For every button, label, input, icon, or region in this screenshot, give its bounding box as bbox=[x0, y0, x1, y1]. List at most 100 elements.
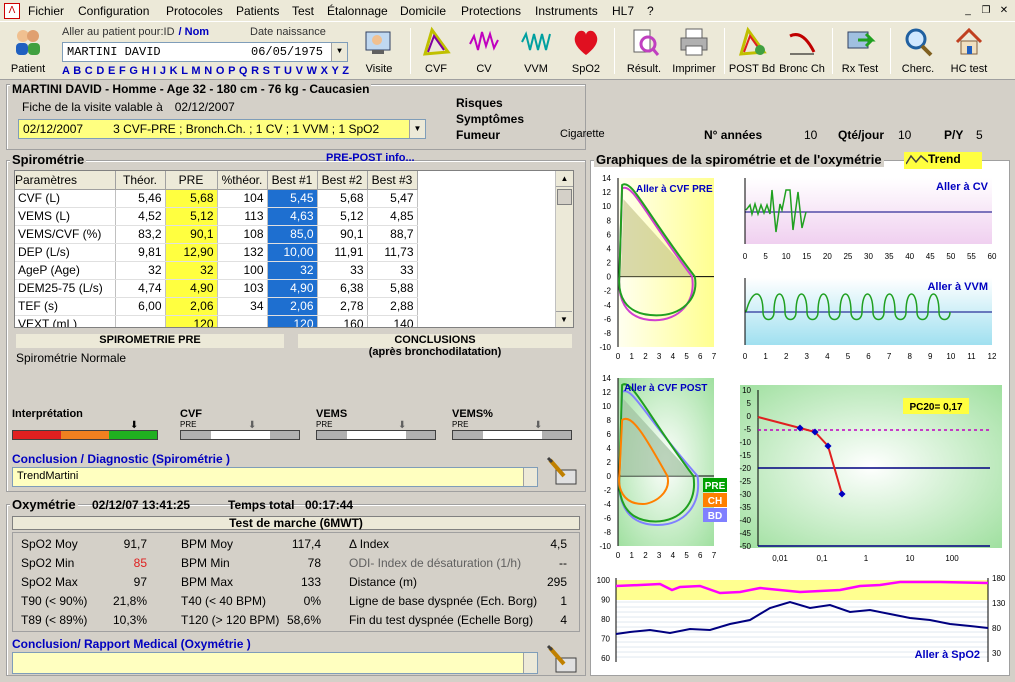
scroll-up-icon[interactable]: ▲ bbox=[556, 171, 573, 187]
minimize-icon[interactable]: _ bbox=[960, 4, 976, 18]
edit-notes-icon[interactable] bbox=[546, 456, 580, 488]
post-bd-button[interactable]: POST Bd bbox=[728, 26, 776, 75]
table-row[interactable]: AgeP (Age) 32 32 100 32 33 33 bbox=[15, 261, 418, 280]
table-cell: 103 bbox=[217, 279, 268, 298]
table-row[interactable]: CVF (L) 5,46 5,68 104 5,45 5,68 5,47 bbox=[15, 189, 418, 208]
column-header[interactable]: Paramètres bbox=[15, 171, 116, 190]
patient-button[interactable]: Patient bbox=[6, 26, 50, 75]
y-tick-label: 6 bbox=[607, 230, 612, 239]
table-row[interactable]: VEMS (L) 4,52 5,12 113 4,63 5,12 4,85 bbox=[15, 207, 418, 226]
alphabet-index[interactable]: A B C D E F G H I J K L M N O P Q R S T … bbox=[62, 65, 349, 77]
menu-fichier[interactable]: Fichier bbox=[28, 4, 64, 18]
y-tick-label: -2 bbox=[604, 486, 612, 495]
graphs-svg: 14121086420-2-4-6-8-100 1 2 3 4 5 6 7Aller à CV… bbox=[597, 174, 1006, 663]
close-icon[interactable]: ✕ bbox=[996, 4, 1012, 18]
spo2-button[interactable]: SpO2 bbox=[568, 26, 604, 75]
chart-link: Aller à CVF PRE bbox=[636, 184, 713, 195]
oxy-value: 4 bbox=[560, 613, 567, 627]
y-tick-label: -15 bbox=[739, 451, 751, 460]
trend-button[interactable]: Trend bbox=[904, 152, 982, 169]
x-tick-label: 7 bbox=[712, 352, 717, 361]
scroll-down-icon[interactable]: ▼ bbox=[556, 311, 572, 327]
vems-gauge bbox=[316, 430, 436, 440]
table-row[interactable]: VEMS/CVF (%) 83,2 90,1 108 85,0 90,1 88,7 bbox=[15, 225, 418, 244]
arrow-down-icon: ⬇ bbox=[248, 420, 257, 431]
rx-test-button[interactable]: Rx Test bbox=[838, 26, 882, 75]
hc-test-button[interactable]: HC test bbox=[946, 26, 992, 75]
visit-select[interactable]: 02/12/2007 3 CVF-PRE ; Bronch.Ch. ; 1 CV… bbox=[18, 119, 426, 139]
legend-label: PRE bbox=[705, 481, 726, 492]
conclusion-diag-field[interactable]: TrendMartini bbox=[12, 467, 538, 487]
menu-etalonnage[interactable]: Étalonnage bbox=[327, 4, 388, 18]
chevron-down-icon[interactable]: ▼ bbox=[331, 43, 347, 61]
visite-button[interactable]: Visite bbox=[360, 26, 398, 75]
x-tick-label: 0,1 bbox=[816, 554, 828, 563]
column-header[interactable]: Best #2 bbox=[317, 171, 368, 190]
menu-instruments[interactable]: Instruments bbox=[535, 4, 598, 18]
edit-notes-icon[interactable] bbox=[546, 644, 580, 676]
column-header[interactable]: PRE bbox=[165, 171, 218, 190]
oxy-label: SpO2 Min bbox=[21, 556, 75, 570]
table-cell: 33 bbox=[367, 261, 418, 280]
chevron-down-icon[interactable]: ▼ bbox=[409, 120, 425, 138]
menu-test[interactable]: Test bbox=[292, 4, 314, 18]
x-tick-label: 10 bbox=[906, 554, 915, 563]
column-header[interactable]: Théor. bbox=[115, 171, 166, 190]
x-tick-label: 0 bbox=[743, 352, 748, 361]
y-tick-label: -8 bbox=[604, 329, 612, 338]
vvm-button[interactable]: VVM bbox=[518, 26, 554, 75]
restore-icon[interactable]: ❐ bbox=[978, 4, 994, 18]
table-cell: 34 bbox=[217, 297, 268, 316]
oxy-value: 133 bbox=[300, 575, 321, 589]
spiro-pre-text: Spirométrie Normale bbox=[16, 351, 127, 365]
menu-configuration[interactable]: Configuration bbox=[78, 4, 149, 18]
prepost-info-link[interactable]: PRE-POST info... bbox=[326, 152, 415, 164]
cvf-button[interactable]: CVF bbox=[418, 26, 454, 75]
birth-value: 06/05/1975 bbox=[251, 45, 324, 59]
table-cell: 5,88 bbox=[367, 279, 418, 298]
chercher-button[interactable]: Cherc. bbox=[896, 26, 940, 75]
py-value: 5 bbox=[976, 128, 983, 142]
column-header[interactable]: %théor. bbox=[217, 171, 268, 190]
scroll-thumb[interactable] bbox=[557, 189, 572, 205]
table-cell: 160 bbox=[317, 315, 368, 327]
x-tick-label: 0,01 bbox=[772, 554, 788, 563]
birth-label: Date naissance bbox=[250, 26, 326, 38]
bronc-ch-button[interactable]: Bronc Ch bbox=[778, 26, 826, 75]
menu-domicile[interactable]: Domicile bbox=[400, 4, 446, 18]
x-tick-label: 6 bbox=[866, 352, 871, 361]
menu-patients[interactable]: Patients bbox=[236, 4, 279, 18]
cv-link: Aller à CV bbox=[936, 181, 989, 193]
menu-protocoles[interactable]: Protocoles bbox=[166, 4, 223, 18]
table-row[interactable]: DEP (L/s) 9,81 12,90 132 10,00 11,91 11,73 bbox=[15, 243, 418, 262]
table-row[interactable]: VEXT (mL) 120 120 160 140 bbox=[15, 315, 418, 327]
table-cell: 4,85 bbox=[367, 207, 418, 226]
graphs-title: Graphiques de la spirométrie et de l'oxy… bbox=[594, 152, 884, 167]
cv-button[interactable]: CV bbox=[466, 26, 502, 75]
menu-hl7[interactable]: HL7 bbox=[612, 4, 634, 18]
app-icon[interactable]: Λ bbox=[4, 3, 20, 19]
table-scrollbar[interactable]: ▲ ▼ bbox=[555, 171, 573, 327]
table-cell: 100 bbox=[217, 261, 268, 280]
pc20-value: PC20= 0,17 bbox=[909, 402, 963, 413]
y-tick-label: -5 bbox=[744, 425, 752, 434]
table-cell: VEMS/CVF (%) bbox=[15, 225, 116, 244]
oxy-label: Ligne de base dyspnée (Ech. Borg) bbox=[349, 594, 538, 608]
patient-select[interactable]: MARTINI DAVID 06/05/1975 ▼ bbox=[62, 42, 348, 62]
vems-pct-pre-label: PRE bbox=[452, 420, 469, 429]
oxy-value: 295 bbox=[546, 575, 567, 589]
resultats-button[interactable]: Résult. bbox=[624, 26, 664, 75]
x-tick-label: 10 bbox=[946, 352, 955, 361]
oxy-conclusion-field[interactable] bbox=[12, 652, 538, 674]
visit-label: Fiche de la visite valable à 02/12/2007 bbox=[22, 100, 235, 114]
imprimer-button[interactable]: Imprimer bbox=[672, 26, 716, 75]
column-header[interactable]: Best #1 bbox=[267, 171, 318, 190]
column-header[interactable]: Best #3 bbox=[367, 171, 418, 190]
table-row[interactable]: TEF (s) 6,00 2,06 34 2,06 2,78 2,88 bbox=[15, 297, 418, 316]
y-tick-label: 80 bbox=[601, 615, 610, 624]
menu-protections[interactable]: Protections bbox=[461, 4, 521, 18]
oxy-label: T90 (< 90%) bbox=[21, 594, 88, 608]
table-row[interactable]: DEM25-75 (L/s) 4,74 4,90 103 4,90 6,38 5,88 bbox=[15, 279, 418, 298]
menu-help[interactable]: ? bbox=[647, 4, 654, 18]
x-tick-label: 12 bbox=[988, 352, 997, 361]
